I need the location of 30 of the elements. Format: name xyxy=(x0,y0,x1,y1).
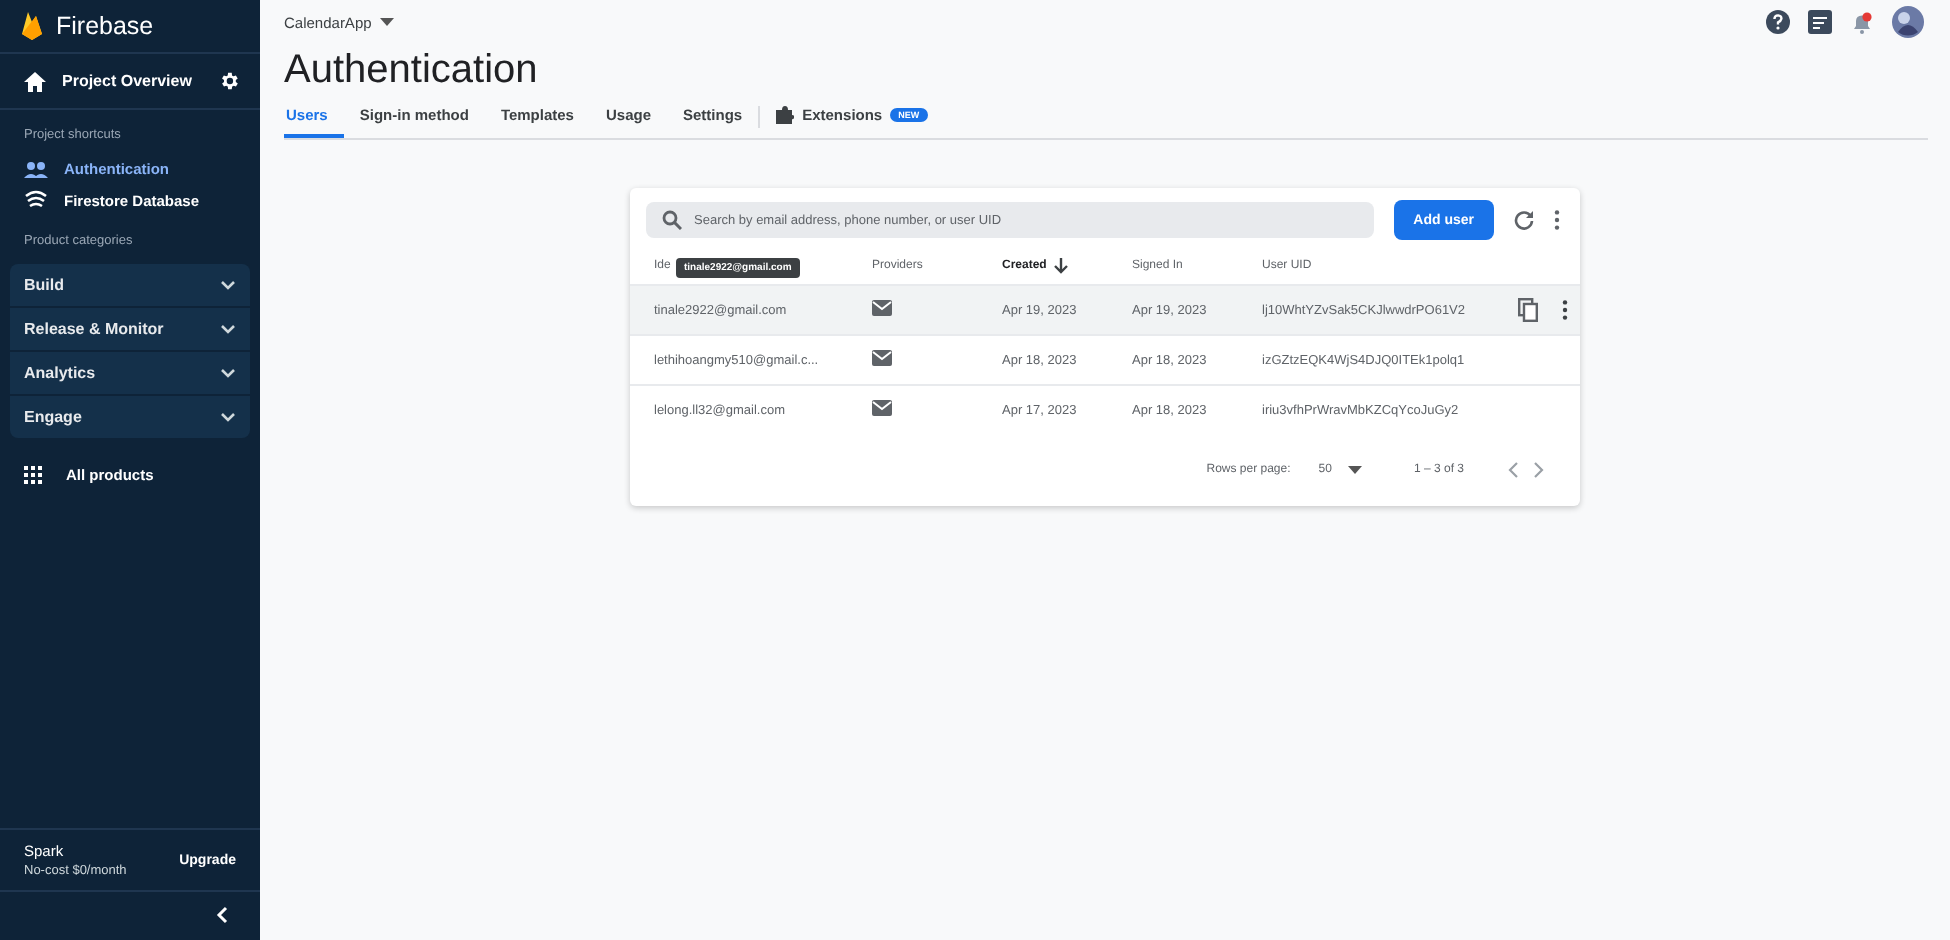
puzzle-icon xyxy=(776,106,795,124)
people-icon xyxy=(24,161,48,177)
grid-icon xyxy=(24,466,42,484)
previous-page-icon[interactable] xyxy=(1508,462,1518,478)
next-page-icon[interactable] xyxy=(1534,462,1544,478)
avatar[interactable] xyxy=(1892,6,1924,38)
brand-name: Firebase xyxy=(56,12,154,40)
more-icon[interactable] xyxy=(1562,300,1568,320)
sort-arrow-icon xyxy=(1054,258,1069,274)
caret-icon xyxy=(379,18,394,26)
refresh-icon[interactable] xyxy=(1514,210,1534,230)
collapse-icon[interactable] xyxy=(216,906,228,924)
category-item[interactable]: Analytics xyxy=(10,352,250,396)
settings-icon[interactable] xyxy=(218,70,240,92)
category-item[interactable]: Build xyxy=(10,264,250,308)
project-overview-link[interactable]: Project Overview xyxy=(24,71,192,91)
category-item[interactable]: Release & Monitor xyxy=(10,308,250,352)
flame-icon xyxy=(20,10,44,42)
email-icon xyxy=(872,400,892,416)
feedback-icon[interactable] xyxy=(1808,10,1832,34)
page-title: Authentication xyxy=(284,48,540,94)
email-icon xyxy=(872,350,892,366)
email-icon xyxy=(872,300,892,316)
copy-icon[interactable] xyxy=(1518,298,1538,322)
notification-icon[interactable] xyxy=(1850,10,1874,34)
caret-icon xyxy=(1347,466,1362,474)
home-icon xyxy=(24,71,46,91)
category-item[interactable]: Engage xyxy=(10,396,250,438)
help-icon[interactable] xyxy=(1766,10,1790,34)
more-icon[interactable] xyxy=(1554,210,1560,230)
